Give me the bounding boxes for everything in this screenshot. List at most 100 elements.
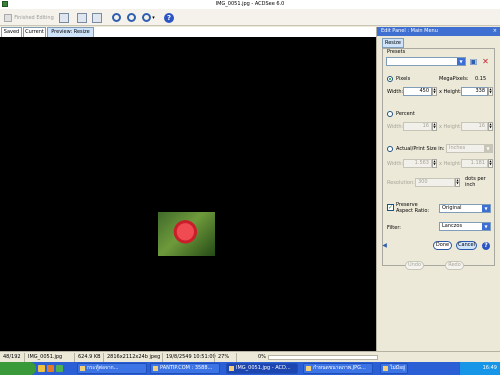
taskbar-item-active[interactable]: IMG_0051.jpg - ACD...: [226, 363, 298, 374]
zoom-icon: [142, 13, 152, 22]
zoom-in-icon: [111, 13, 121, 22]
presets-dropdown[interactable]: ▼: [386, 57, 466, 66]
finished-editing-label: Finished Editing: [14, 14, 54, 21]
finished-editing-button[interactable]: Finished Editing: [3, 11, 55, 24]
resolution-unit: dots per inch: [465, 176, 486, 188]
pixels-radio[interactable]: [387, 76, 393, 82]
actual-width-input[interactable]: 1.563: [403, 159, 432, 168]
aspect-ratio-dropdown[interactable]: Original ▼: [439, 204, 491, 213]
save-icon: [59, 12, 69, 23]
system-tray: 16:49: [459, 362, 500, 375]
quick-launch-icon[interactable]: [38, 365, 45, 372]
quick-launch-icon[interactable]: [47, 365, 54, 372]
done-button[interactable]: Done: [433, 241, 452, 250]
pixels-height-spinner[interactable]: ▲ ▼: [488, 87, 493, 96]
zoom-out-button[interactable]: [125, 11, 137, 24]
megapixels-value: 0.15: [475, 76, 487, 82]
preserve-aspect-checkbox[interactable]: ✓: [387, 204, 394, 211]
zoom-in-button[interactable]: [110, 11, 122, 24]
actual-height-label: x Height:: [439, 161, 462, 167]
percent-width-label: Width:: [387, 124, 404, 130]
tab-saved[interactable]: Saved: [1, 27, 22, 37]
pixels-width-input[interactable]: 450: [403, 87, 432, 96]
status-separator: [162, 353, 163, 362]
help-icon: ?: [164, 12, 174, 23]
actual-print-size-radio[interactable]: [387, 146, 393, 152]
percent-height-spinner[interactable]: ▲ ▼: [488, 122, 493, 131]
resolution-spinner[interactable]: ▲ ▼: [455, 178, 460, 187]
filter-value: Lanczos: [442, 223, 463, 229]
help-icon[interactable]: ?: [482, 242, 490, 250]
percent-label: Percent: [396, 111, 415, 117]
resolution-label: Resolution:: [387, 180, 415, 186]
chevron-down-icon: ▾: [152, 14, 155, 21]
hibiscus-photo-preview: [158, 212, 215, 256]
pixels-width-spinner[interactable]: ▲ ▼: [432, 87, 437, 96]
chevron-down-icon: ▼: [482, 205, 490, 212]
actual-size-icon: [91, 12, 102, 23]
image-viewer[interactable]: [0, 37, 376, 351]
title-bar: IMG_0051.jpg - ACDSee 6.0: [0, 0, 500, 9]
taskbar-item[interactable]: PANTIP.COM : 3588...: [150, 363, 220, 374]
status-separator: [74, 353, 75, 362]
view-tabs: Saved Current Preview: Resize: [0, 27, 376, 37]
undo-button[interactable]: Undo: [405, 261, 424, 270]
preserve-aspect-label: Preserve Aspect Ratio:: [396, 202, 430, 214]
edit-panel: Edit Panel : Main Menu × Resize Presets …: [376, 27, 500, 351]
taskbar-item[interactable]: กำหนดขนาดภาพ.JPG...: [303, 363, 373, 374]
status-separator: [103, 353, 104, 362]
tab-preview-resize[interactable]: Preview: Resize: [47, 27, 94, 37]
actual-print-size-label: Actual/Print Size in:: [396, 146, 445, 152]
resize-options-box: Presets ▼ ▣ ✕ Pixels MegaPixels: 0.15 Wi…: [382, 48, 495, 266]
fit-image-button[interactable]: [75, 11, 88, 24]
tab-current[interactable]: Current: [23, 27, 46, 37]
status-progress-bar: [268, 355, 378, 360]
percent-width-input[interactable]: 16: [403, 122, 432, 131]
resolution-input[interactable]: 300: [415, 178, 455, 187]
window-title: IMG_0051.jpg - ACDSee 6.0: [215, 1, 285, 7]
actual-height-input[interactable]: 1.181: [461, 159, 488, 168]
status-index: 48/192: [3, 354, 21, 360]
chevron-down-icon: ▼: [482, 223, 490, 230]
filter-dropdown[interactable]: Lanczos ▼: [439, 222, 491, 231]
pixels-height-input[interactable]: 338: [461, 87, 488, 96]
tab-resize[interactable]: Resize: [382, 38, 404, 48]
status-separator: [24, 353, 25, 362]
start-button[interactable]: [0, 362, 36, 375]
status-separator: [214, 353, 215, 362]
percent-width-spinner[interactable]: ▲ ▼: [432, 122, 437, 131]
percent-height-input[interactable]: 16: [461, 122, 488, 131]
left-panel-icon[interactable]: ◀: [380, 241, 389, 250]
quick-launch-icon[interactable]: [56, 365, 63, 372]
toolbar: Finished Editing ▾ ?: [0, 9, 500, 26]
zoom-menu-button[interactable]: ▾: [140, 11, 157, 24]
chevron-down-icon: ▼: [484, 145, 492, 152]
megapixels-label: MegaPixels:: [439, 76, 469, 82]
cancel-button[interactable]: Cancel: [456, 241, 477, 250]
print-unit-value: Inches: [449, 145, 466, 151]
delete-preset-icon[interactable]: ✕: [481, 57, 490, 66]
status-zoom: 27%: [218, 354, 230, 360]
save-preset-icon[interactable]: ▣: [469, 57, 478, 66]
finished-editing-icon: [4, 13, 13, 22]
status-date: 19/8/2549 10:51:09: [166, 354, 216, 360]
pixels-width-label: Width:: [387, 89, 404, 95]
redo-button[interactable]: Redo: [445, 261, 464, 270]
help-button[interactable]: ?: [163, 11, 175, 24]
clock: 16:49: [482, 365, 497, 371]
actual-width-spinner[interactable]: ▲ ▼: [432, 159, 437, 168]
taskbar-item-small[interactable]: ไม่มีอยู่: [380, 363, 408, 374]
pixels-height-label: x Height:: [439, 89, 462, 95]
chevron-down-icon: ▼: [457, 58, 465, 65]
actual-size-button[interactable]: [90, 11, 103, 24]
percent-height-label: x Height:: [439, 124, 462, 130]
status-bar: 48/192 IMG_0051.jpg 624.9 KB 2816x2112x2…: [0, 351, 500, 362]
print-unit-dropdown[interactable]: Inches ▼: [446, 144, 493, 153]
actual-height-spinner[interactable]: ▲ ▼: [488, 159, 493, 168]
close-icon[interactable]: ×: [493, 27, 497, 36]
status-filename: IMG_0051.jpg: [28, 354, 63, 360]
presets-label: Presets: [387, 49, 406, 55]
percent-radio[interactable]: [387, 111, 393, 117]
save-button[interactable]: [58, 11, 70, 24]
taskbar-item[interactable]: กระทู้ต่อจาก...: [77, 363, 147, 374]
